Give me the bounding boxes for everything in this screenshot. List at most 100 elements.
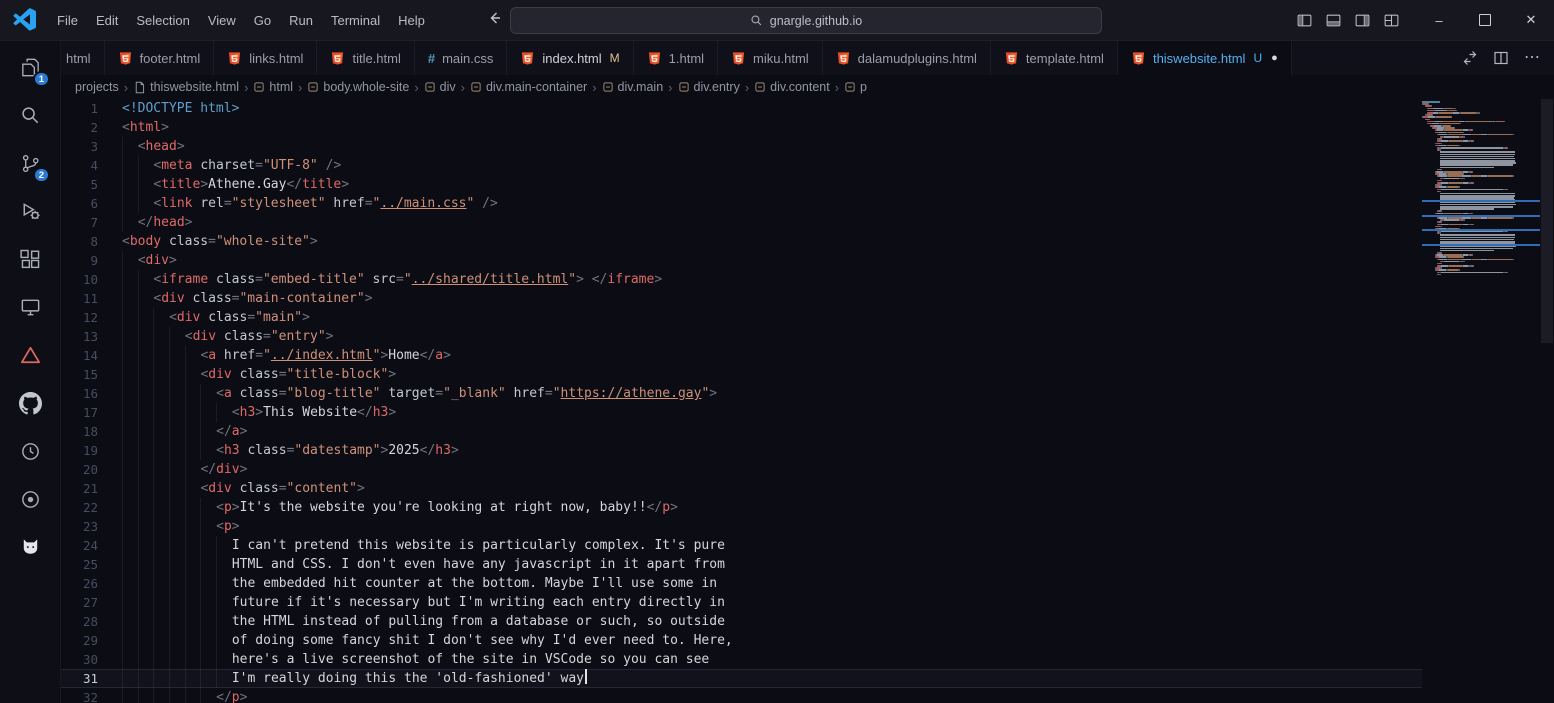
breadcrumb-item[interactable]: div.content (754, 80, 830, 94)
code-line[interactable]: 10<iframe class="embed-title" src="../sh… (61, 270, 1422, 289)
breadcrumb-item[interactable]: div (424, 80, 456, 94)
line-number[interactable]: 14 (61, 346, 98, 365)
line-number[interactable]: 1 (61, 99, 98, 118)
breadcrumb-item[interactable]: thiswebsite.html (133, 80, 239, 94)
line-number[interactable]: 3 (61, 137, 98, 156)
code-line[interactable]: 4<meta charset="UTF-8" /> (61, 156, 1422, 175)
line-number[interactable]: 10 (61, 270, 98, 289)
line-number[interactable]: 29 (61, 631, 98, 650)
code-line[interactable]: 1<!DOCTYPE html> (61, 99, 1422, 118)
tab-links.html[interactable]: links.html (214, 41, 317, 75)
line-number[interactable]: 11 (61, 289, 98, 308)
line-number[interactable]: 32 (61, 688, 98, 703)
maximize-button[interactable] (1462, 0, 1508, 40)
code-line[interactable]: 12<div class="main"> (61, 308, 1422, 327)
line-number[interactable]: 2 (61, 118, 98, 137)
toggle-sidebar-icon[interactable] (1296, 12, 1313, 29)
activity-remote-explorer[interactable] (6, 283, 54, 331)
code-line[interactable]: 5<title>Athene.Gay</title> (61, 175, 1422, 194)
line-number[interactable]: 24 (61, 536, 98, 555)
split-editor-icon[interactable] (1493, 50, 1509, 66)
code-line[interactable]: 29of doing some fancy shit I don't see w… (61, 631, 1422, 650)
code-line[interactable]: 22<p>It's the website you're looking at … (61, 498, 1422, 517)
code-line[interactable]: 23<p> (61, 517, 1422, 536)
code-line[interactable]: 17<h3>This Website</h3> (61, 403, 1422, 422)
line-number[interactable]: 12 (61, 308, 98, 327)
activity-extensions[interactable] (6, 235, 54, 283)
code-line[interactable]: 25HTML and CSS. I don't even have any ja… (61, 555, 1422, 574)
tab-html[interactable]: html (61, 41, 105, 75)
tab-main.css[interactable]: #main.css (415, 41, 508, 75)
activity-history[interactable] (6, 427, 54, 475)
line-number[interactable]: 28 (61, 612, 98, 631)
line-number[interactable]: 6 (61, 194, 98, 213)
menu-run[interactable]: Run (280, 8, 322, 33)
code-line[interactable]: 24I can't pretend this website is partic… (61, 536, 1422, 555)
menu-selection[interactable]: Selection (127, 8, 198, 33)
breadcrumb-item[interactable]: html (253, 80, 293, 94)
code-line[interactable]: 15<div class="title-block"> (61, 365, 1422, 384)
code-line[interactable]: 30here's a live screenshot of the site i… (61, 650, 1422, 669)
line-number[interactable]: 20 (61, 460, 98, 479)
activity-run-debug[interactable] (6, 187, 54, 235)
line-number[interactable]: 19 (61, 441, 98, 460)
activity-cat-extension[interactable] (6, 523, 54, 571)
code-line[interactable]: 6<link rel="stylesheet" href="../main.cs… (61, 194, 1422, 213)
line-number[interactable]: 9 (61, 251, 98, 270)
line-number[interactable]: 21 (61, 479, 98, 498)
code-line[interactable]: 14<a href="../index.html">Home</a> (61, 346, 1422, 365)
code-line[interactable]: 28the HTML instead of pulling from a dat… (61, 612, 1422, 631)
line-number[interactable]: 17 (61, 403, 98, 422)
back-icon[interactable] (488, 10, 504, 31)
code-line[interactable]: 13<div class="entry"> (61, 327, 1422, 346)
activity-source-control[interactable]: 2 (6, 139, 54, 187)
code-line[interactable]: 26the embedded hit counter at the bottom… (61, 574, 1422, 593)
code-line[interactable]: 21<div class="content"> (61, 479, 1422, 498)
code-line[interactable]: 9<div> (61, 251, 1422, 270)
command-center[interactable]: gnargle.github.io (510, 7, 1102, 34)
close-button[interactable]: ✕ (1508, 0, 1554, 40)
open-changes-icon[interactable] (1462, 50, 1478, 66)
customize-layout-icon[interactable] (1383, 12, 1400, 29)
line-number[interactable]: 7 (61, 213, 98, 232)
code-line[interactable]: 8<body class="whole-site"> (61, 232, 1422, 251)
line-number[interactable]: 22 (61, 498, 98, 517)
toggle-panel-icon[interactable] (1325, 12, 1342, 29)
code-line[interactable]: 3<head> (61, 137, 1422, 156)
line-number[interactable]: 18 (61, 422, 98, 441)
tab-miku.html[interactable]: miku.html (718, 41, 823, 75)
code-line[interactable]: 27future if it's necessary but I'm writi… (61, 593, 1422, 612)
breadcrumb-item[interactable]: div.main-container (470, 80, 587, 94)
minimap[interactable] (1422, 101, 1540, 703)
line-number[interactable]: 16 (61, 384, 98, 403)
code-line[interactable]: 16<a class="blog-title" target="_blank" … (61, 384, 1422, 403)
minimize-button[interactable]: – (1416, 0, 1462, 40)
line-number[interactable]: 30 (61, 650, 98, 669)
breadcrumb-item[interactable]: projects (75, 80, 119, 94)
line-number[interactable]: 13 (61, 327, 98, 346)
code-line[interactable]: 2<html> (61, 118, 1422, 137)
tab-footer.html[interactable]: footer.html (105, 41, 215, 75)
scrollbar[interactable] (1540, 99, 1554, 703)
tab-index.html[interactable]: index.htmlM (507, 41, 633, 75)
tab-template.html[interactable]: template.html (991, 41, 1118, 75)
line-number[interactable]: 5 (61, 175, 98, 194)
line-number[interactable]: 31 (61, 669, 98, 688)
activity-github[interactable] (6, 379, 54, 427)
code-line[interactable]: 32</p> (61, 688, 1422, 703)
menu-terminal[interactable]: Terminal (322, 8, 389, 33)
tab-1.html[interactable]: 1.html (634, 41, 718, 75)
line-number[interactable]: 23 (61, 517, 98, 536)
breadcrumb-item[interactable]: p (844, 80, 867, 94)
tab-title.html[interactable]: title.html (317, 41, 414, 75)
code-line[interactable]: 11<div class="main-container"> (61, 289, 1422, 308)
line-number[interactable]: 27 (61, 593, 98, 612)
line-number[interactable]: 8 (61, 232, 98, 251)
editor[interactable]: 1<!DOCTYPE html>2<html>3<head>4<meta cha… (61, 99, 1554, 703)
menu-view[interactable]: View (199, 8, 245, 33)
activity-circle-extension[interactable] (6, 475, 54, 523)
code-line[interactable]: 19<h3 class="datestamp">2025</h3> (61, 441, 1422, 460)
toggle-secondary-sidebar-icon[interactable] (1354, 12, 1371, 29)
code-line[interactable]: 20</div> (61, 460, 1422, 479)
menu-help[interactable]: Help (389, 8, 434, 33)
